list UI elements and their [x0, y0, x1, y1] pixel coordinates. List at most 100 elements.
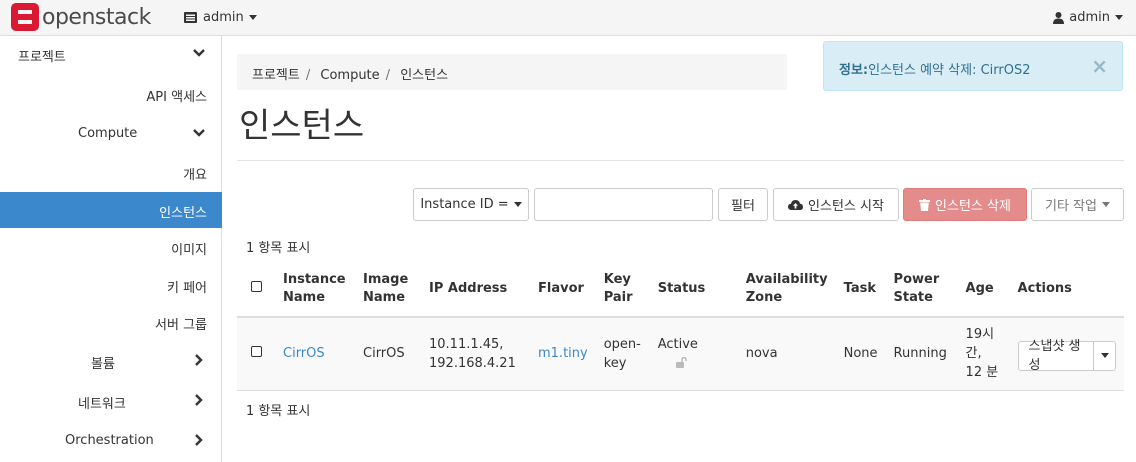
- openstack-logo[interactable]: openstack: [11, 3, 151, 31]
- breadcrumb-separator: /: [305, 68, 311, 83]
- alert-prefix: 정보:: [839, 63, 869, 78]
- breadcrumb-current: 인스턴스: [400, 68, 449, 83]
- availability-zone-cell: nova: [737, 317, 836, 391]
- column-header: Actions: [1009, 262, 1124, 318]
- sidebar-item-label: 볼륨: [91, 357, 115, 372]
- chevron-down-icon: [1115, 15, 1123, 20]
- chevron-down-icon: [248, 15, 257, 20]
- select-all-header: [237, 262, 275, 318]
- column-header[interactable]: Image Name: [355, 262, 421, 318]
- chevron-right-icon: [195, 354, 203, 366]
- row-checkbox[interactable]: [251, 346, 262, 358]
- flavor-link[interactable]: m1.tiny: [530, 317, 596, 391]
- status-text: Active: [657, 336, 698, 352]
- openstack-logo-icon: [11, 3, 39, 31]
- column-header[interactable]: Status: [649, 262, 738, 318]
- delete-instance-label: 인스턴스 삭제: [935, 199, 1011, 214]
- row-action-group: 스냅샷 생성: [1017, 339, 1116, 373]
- project-switcher[interactable]: admin: [184, 10, 257, 25]
- task-cell: None: [835, 317, 886, 391]
- sidebar-item-volumes[interactable]: 볼륨: [0, 343, 222, 379]
- sidebar-item-network[interactable]: 네트워크: [0, 383, 222, 419]
- sidebar-item-label: 서버 그룹: [155, 318, 207, 333]
- sidebar-item-orchestration[interactable]: Orchestration: [0, 423, 222, 459]
- instances-table: Instance Name Image Name IP Address Flav…: [237, 262, 1124, 391]
- page-title: 인스턴스: [239, 106, 365, 146]
- breadcrumb-compute[interactable]: Compute: [320, 68, 379, 83]
- create-snapshot-label: 스냅샷 생성: [1028, 338, 1081, 373]
- ip-address-cell: 10.11.1.45, 192.168.4.21: [421, 317, 530, 391]
- filter-field-select[interactable]: Instance ID =: [413, 188, 529, 221]
- table-header-row: Instance Name Image Name IP Address Flav…: [237, 262, 1124, 318]
- item-count: 1 항목 표시: [246, 241, 311, 256]
- launch-instance-button[interactable]: 인스턴스 시작: [773, 188, 899, 221]
- image-name-cell: CirrOS: [355, 317, 421, 391]
- chevron-down-icon: [513, 202, 522, 207]
- instance-name-link[interactable]: CirrOS: [275, 317, 355, 391]
- sidebar-item-label: 키 페어: [166, 281, 207, 296]
- breadcrumb-project[interactable]: 프로젝트: [252, 68, 300, 83]
- row-select-cell: [237, 317, 275, 391]
- sidebar-item-label: Compute: [78, 126, 138, 141]
- sidebar-item-server-groups[interactable]: 서버 그룹: [0, 304, 222, 340]
- key-pair-cell: open-key: [595, 317, 650, 391]
- filter-button[interactable]: 필터: [718, 188, 768, 221]
- sidebar-item-images[interactable]: 이미지: [0, 229, 222, 265]
- unlock-icon: [675, 356, 687, 368]
- ip-address-line: 192.168.4.21: [429, 355, 516, 371]
- user-menu[interactable]: admin: [1053, 10, 1123, 25]
- chevron-down-icon: [1101, 202, 1110, 207]
- trash-icon: [919, 198, 931, 211]
- filter-field-label: Instance ID =: [420, 197, 509, 212]
- sidebar-item-compute[interactable]: Compute: [0, 116, 222, 152]
- sidebar-item-instances[interactable]: 인스턴스: [0, 192, 222, 228]
- brand-name: openstack: [42, 4, 151, 30]
- more-actions-button[interactable]: 기타 작업: [1031, 188, 1124, 221]
- sidebar-item-label: 개요: [183, 168, 207, 183]
- ip-address-line: 10.11.1.45,: [429, 336, 504, 352]
- title-divider: [237, 160, 1124, 161]
- sidebar-item-key-pairs[interactable]: 키 페어: [0, 267, 222, 303]
- cloud-upload-icon: [788, 200, 804, 210]
- column-header[interactable]: Power State: [885, 262, 958, 318]
- actions-cell: 스냅샷 생성: [1009, 317, 1124, 391]
- select-all-checkbox[interactable]: [251, 281, 262, 292]
- sidebar-item-label: 인스턴스: [159, 206, 207, 221]
- item-count-footer: 1 항목 표시: [246, 404, 311, 419]
- column-header[interactable]: Availability Zone: [737, 262, 836, 318]
- column-header[interactable]: Task: [835, 262, 886, 318]
- table-row: CirrOS CirrOS 10.11.1.45, 192.168.4.21 m…: [237, 317, 1124, 391]
- info-alert: 정보:인스턴스 예약 삭제: CirrOS2 ×: [823, 41, 1123, 91]
- project-name: admin: [203, 10, 244, 25]
- column-header[interactable]: Flavor: [530, 262, 596, 318]
- user-icon: [1053, 11, 1065, 24]
- chevron-down-icon: [1100, 353, 1109, 359]
- sidebar-item-api-access[interactable]: API 액세스: [0, 76, 222, 112]
- column-header[interactable]: Instance Name: [275, 262, 355, 318]
- chevron-right-icon: [195, 394, 203, 406]
- column-header[interactable]: IP Address: [421, 262, 530, 318]
- chevron-right-icon: [195, 434, 203, 446]
- power-state-cell: Running: [885, 317, 958, 391]
- filter-input[interactable]: [534, 188, 713, 221]
- delete-instance-button[interactable]: 인스턴스 삭제: [903, 188, 1027, 221]
- column-header[interactable]: Key Pair: [595, 262, 650, 318]
- close-icon[interactable]: ×: [1091, 54, 1108, 78]
- launch-instance-label: 인스턴스 시작: [808, 199, 884, 214]
- breadcrumb-separator: /: [385, 68, 391, 83]
- column-header[interactable]: Age: [957, 262, 1010, 318]
- top-navbar: openstack admin admin: [0, 0, 1136, 36]
- row-actions-dropdown[interactable]: [1094, 342, 1115, 370]
- sidebar-item-label: API 액세스: [146, 90, 207, 105]
- alert-message: 인스턴스 예약 삭제: CirrOS2: [868, 63, 1031, 78]
- age-cell: 19시 간, 12 분: [957, 317, 1010, 391]
- status-cell: Active: [649, 317, 738, 391]
- sidebar-item-project[interactable]: 프로젝트: [0, 36, 222, 72]
- project-list-icon: [184, 12, 197, 23]
- create-snapshot-button[interactable]: 스냅샷 생성: [1019, 339, 1095, 373]
- filter-button-label: 필터: [731, 199, 755, 214]
- breadcrumb: 프로젝트 / Compute / 인스턴스: [237, 54, 787, 90]
- sidebar-item-label: 네트워크: [78, 397, 126, 412]
- sidebar: 프로젝트 API 액세스 Compute 개요 인스턴스 이미지 키 페어 서버…: [0, 36, 222, 462]
- sidebar-item-overview[interactable]: 개요: [0, 154, 222, 190]
